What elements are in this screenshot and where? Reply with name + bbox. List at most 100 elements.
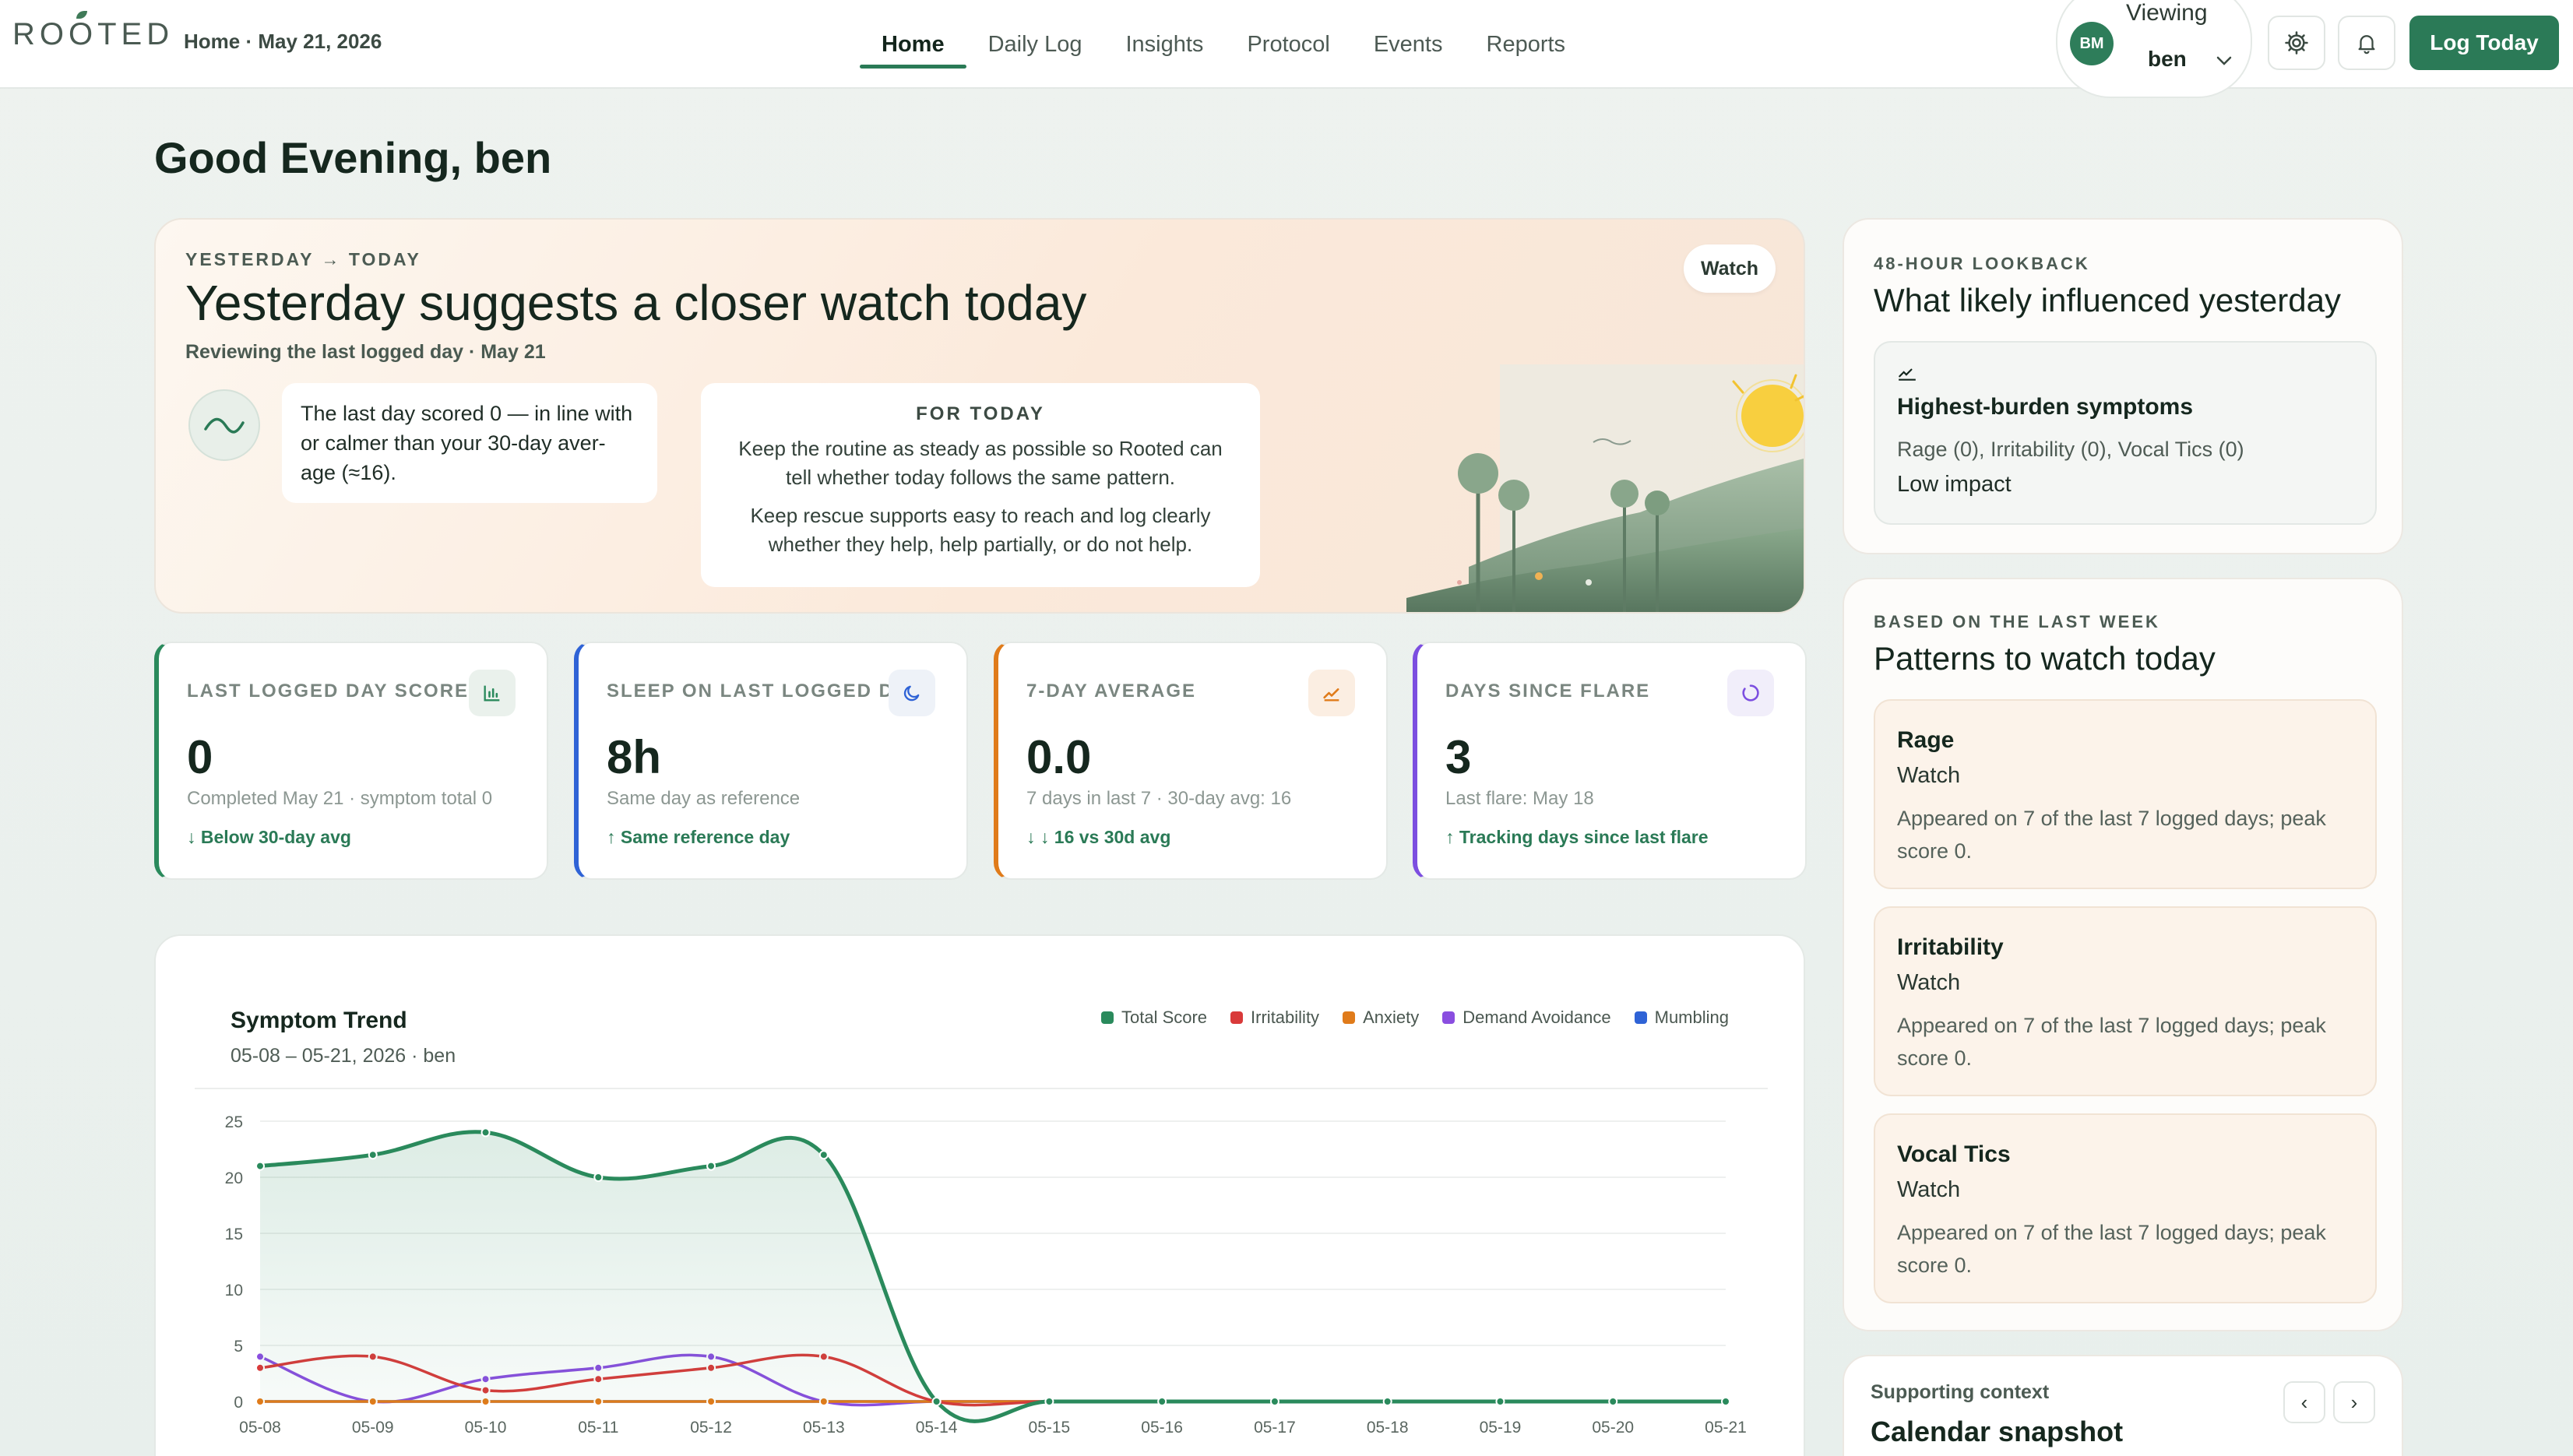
stat-delta: ↑ Tracking days since last flare (1445, 827, 1709, 848)
stat-subtext: Same day as reference (607, 788, 801, 809)
highest-burden-box: Highest-burden symptoms Rage (0), Irrita… (1874, 341, 2377, 525)
arrow-up-icon: ↑ (607, 827, 621, 847)
for-today-heading: FOR TODAY (916, 403, 1045, 424)
calendar-next-button[interactable]: › (2333, 1381, 2375, 1423)
x-tick-label: 05-17 (1254, 1419, 1296, 1437)
stat-label: SLEEP ON LAST LOGGED DAY (607, 681, 922, 702)
patterns-eyebrow: BASED ON THE LAST WEEK (1874, 612, 2160, 631)
data-point-total-score (255, 1161, 265, 1171)
stat-label: DAYS SINCE FLARE (1445, 681, 1651, 702)
arrow-down-icon: ↓ (187, 827, 201, 847)
y-tick-label: 5 (234, 1338, 243, 1356)
pattern-description: Appeared on 7 of the last 7 logged days;… (1897, 1221, 2326, 1277)
y-tick-label: 25 (225, 1113, 243, 1131)
bell-icon (2358, 35, 2375, 55)
refresh-icon (1727, 670, 1774, 716)
data-point-total-score (1495, 1397, 1505, 1406)
stat-delta-text: ↓ 16 vs 30d avg (1040, 827, 1171, 847)
highest-burden-symptoms: Rage (0), Irritability (0), Vocal Tics (… (1897, 438, 2244, 461)
stat-value: 8h (607, 731, 662, 783)
hero-card: YESTERDAY → TODAY Yesterday suggests a c… (154, 218, 1805, 614)
x-tick-label: 05-21 (1705, 1419, 1747, 1437)
pattern-item[interactable]: Rage Watch Appeared on 7 of the last 7 l… (1874, 699, 2377, 889)
notifications-button[interactable] (2338, 16, 2395, 70)
data-point-total-score (1608, 1397, 1618, 1406)
moon-icon (889, 670, 935, 716)
pattern-item[interactable]: Irritability Watch Appeared on 7 of the … (1874, 906, 2377, 1096)
for-today-panel: FOR TODAY Keep the routine as steady as … (701, 383, 1260, 587)
stat-subtext: 7 days in last 7 · 30-day avg: 16 (1026, 788, 1292, 809)
stat-delta-text: Tracking days since last flare (1459, 827, 1709, 847)
data-point-total-score (1269, 1397, 1279, 1406)
hero-summary: The last day scored 0 — in line with or … (282, 383, 657, 503)
y-tick-label: 0 (234, 1394, 243, 1412)
patterns-card: BASED ON THE LAST WEEK Patterns to watch… (1843, 578, 2403, 1331)
for-today-line: Keep rescue supports easy to reach and l… (750, 504, 1211, 556)
landscape-illustration (1406, 364, 1804, 612)
stat-label: 7-DAY AVERAGE (1026, 681, 1197, 702)
pattern-description: Appeared on 7 of the last 7 logged days;… (1897, 1014, 2326, 1070)
x-tick-label: 05-14 (916, 1419, 958, 1437)
x-tick-label: 05-16 (1141, 1419, 1183, 1437)
hero-eyebrow: YESTERDAY → TODAY (185, 249, 421, 269)
chevron-left-icon: ‹ (2300, 1390, 2308, 1414)
stat-card-days-since-flare[interactable]: DAYS SINCE FLARE 3 Last flare: May 18 ↑ … (1413, 642, 1807, 880)
stat-delta-text: Below 30-day avg (200, 827, 351, 847)
stat-value: 0 (187, 731, 213, 783)
lookback-card: 48-HOUR LOOKBACK What likely influenced … (1843, 218, 2403, 554)
stat-subtext: Last flare: May 18 (1445, 788, 1594, 809)
watch-badge: Watch (1684, 244, 1776, 293)
data-point-total-score (368, 1150, 378, 1160)
y-tick-label: 20 (225, 1169, 243, 1187)
x-tick-label: 05-13 (803, 1419, 845, 1437)
chart-line-icon (1899, 368, 1916, 381)
hero-subtitle: Reviewing the last logged day · May 21 (185, 341, 546, 363)
pattern-name: Vocal Tics (1897, 1141, 2011, 1167)
pattern-level: Watch (1897, 970, 1961, 995)
tab-daily-log[interactable]: Daily Log (966, 0, 1104, 89)
symptom-trend-card: Symptom Trend 05-08 – 05-21, 2026 · ben … (154, 934, 1805, 1456)
lookback-eyebrow: 48-HOUR LOOKBACK (1874, 254, 2090, 273)
stat-delta: ↑ Same reference day (607, 827, 790, 848)
data-point-total-score (1157, 1397, 1167, 1406)
x-tick-label: 05-08 (239, 1419, 281, 1437)
settings-button[interactable] (2268, 16, 2325, 70)
tab-protocol[interactable]: Protocol (1225, 0, 1351, 89)
arrow-up-icon: ↑ (1445, 827, 1459, 847)
pattern-name: Rage (1897, 727, 1955, 753)
x-tick-label: 05-18 (1367, 1419, 1409, 1437)
tab-reports[interactable]: Reports (1465, 0, 1588, 89)
data-point-total-score (706, 1161, 716, 1171)
pattern-item[interactable]: Vocal Tics Watch Appeared on 7 of the la… (1874, 1113, 2377, 1303)
tab-home[interactable]: Home (860, 0, 966, 89)
x-tick-label: 05-19 (1480, 1419, 1522, 1437)
stat-card-7-day-average[interactable]: 7-DAY AVERAGE 0.0 7 days in last 7 · 30-… (994, 642, 1388, 880)
log-today-button[interactable]: Log Today (2409, 16, 2559, 70)
lookback-title: What likely influenced yesterday (1874, 282, 2341, 318)
stat-card-last-logged-score[interactable]: LAST LOGGED DAY SCORE 0 Completed May 21… (154, 642, 548, 880)
viewing-profile-select[interactable]: BM Viewing ben (2056, 0, 2252, 98)
pattern-description: Appeared on 7 of the last 7 logged days;… (1897, 807, 2326, 863)
rooted-logo[interactable]: ROO TED (12, 11, 174, 52)
patterns-title: Patterns to watch today (1874, 640, 2216, 677)
calendar-eyebrow: Supporting context (1871, 1381, 2050, 1403)
arrow-down-icon: ↓ (1026, 827, 1040, 847)
data-point-total-score (593, 1173, 604, 1182)
hero-title: Yesterday suggests a closer watch today (185, 275, 1087, 331)
tab-insights[interactable]: Insights (1103, 0, 1225, 89)
data-point-total-score (931, 1397, 942, 1406)
pattern-level: Watch (1897, 1177, 1961, 1202)
stat-value: 3 (1445, 731, 1472, 783)
calendar-prev-button[interactable]: ‹ (2283, 1381, 2325, 1423)
trend-icon (1308, 670, 1355, 716)
calendar-card: Supporting context Calendar snapshot ‹ › (1843, 1355, 2403, 1456)
highest-burden-heading: Highest-burden symptoms (1897, 394, 2194, 420)
impact-label: Low impact (1897, 472, 2012, 497)
bar-chart-icon (469, 670, 516, 716)
avatar: BM (2070, 22, 2114, 65)
data-point-total-score (1721, 1397, 1730, 1406)
data-point-total-score (1382, 1397, 1392, 1406)
tab-events[interactable]: Events (1352, 0, 1465, 89)
stat-card-sleep[interactable]: SLEEP ON LAST LOGGED DAY 8h Same day as … (574, 642, 968, 880)
stat-delta: ↓ ↓ 16 vs 30d avg (1026, 827, 1170, 848)
